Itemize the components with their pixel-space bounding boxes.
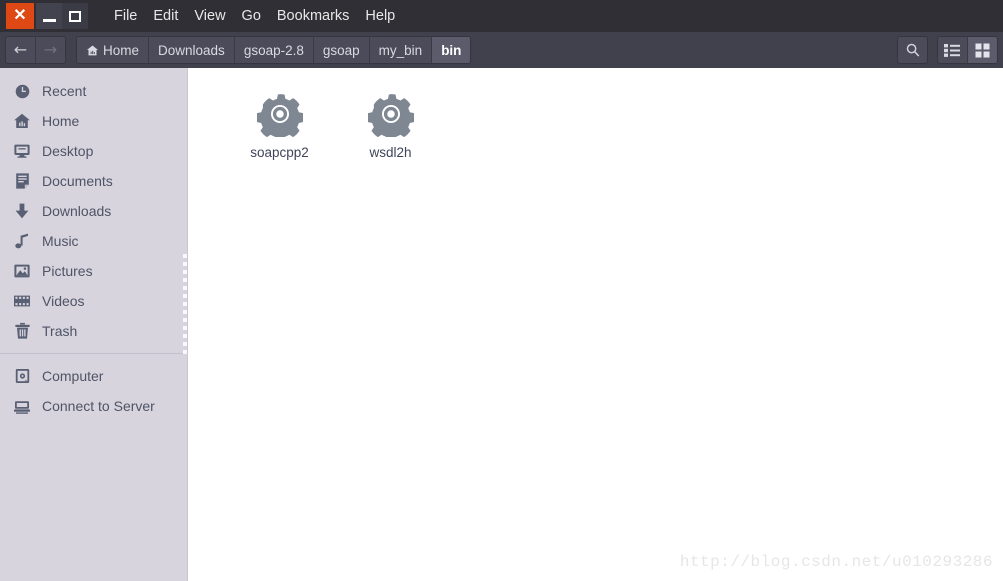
menu-item-edit[interactable]: Edit [145,0,186,32]
gear-executable-icon [256,90,304,138]
sidebar-item-downloads[interactable]: Downloads [0,196,188,226]
trash-icon [11,320,33,342]
home-icon [11,110,33,132]
navigation-buttons: ← → [5,36,66,64]
sidebar-item-label: Home [42,113,80,129]
sidebar-item-computer[interactable]: Computer [0,361,188,391]
toolbar: ← → Home Downloads gsoap-2.8 gsoap my_bi… [0,32,1003,68]
file-grid: soapcpp2 wsdl2h [224,86,1003,160]
sidebar-item-trash[interactable]: Trash [0,316,188,346]
file-list-area[interactable]: soapcpp2 wsdl2h http://blog.csdn.net/u01… [188,68,1003,581]
menu-item-file[interactable]: File [106,0,145,32]
menu-item-help[interactable]: Help [357,0,403,32]
maximize-icon [69,10,81,22]
search-icon [906,43,919,57]
sidebar-item-documents[interactable]: Documents [0,166,188,196]
menu-item-bookmarks[interactable]: Bookmarks [269,0,358,32]
download-arrow-icon [11,200,33,222]
file-manager-window: ✕ File Edit View Go Bookmarks Help ← → H… [0,0,1003,581]
minimize-button[interactable] [36,3,62,29]
title-bar: ✕ File Edit View Go Bookmarks Help [0,0,1003,32]
sidebar: Recent Home Desktop Documents Downloads … [0,68,188,581]
toolbar-right-group [897,36,998,64]
sidebar-item-label: Music [42,233,79,249]
window-body: Recent Home Desktop Documents Downloads … [0,68,1003,581]
breadcrumb-item-downloads[interactable]: Downloads [148,37,234,63]
sidebar-item-label: Downloads [42,203,112,219]
breadcrumb-label: Home [103,42,140,58]
sidebar-item-label: Recent [42,83,87,99]
breadcrumb-label: my_bin [378,42,423,58]
list-view-icon [944,44,960,57]
breadcrumb-item-gsoap-2-8[interactable]: gsoap-2.8 [233,37,313,63]
close-button[interactable]: ✕ [6,3,34,29]
sidebar-divider [0,353,188,354]
minimize-icon [42,18,56,22]
sidebar-item-label: Pictures [42,263,93,279]
file-name-label: wsdl2h [369,145,412,160]
forward-arrow-icon: → [43,40,58,59]
gear-executable-icon [367,90,415,138]
breadcrumb-label: Downloads [158,42,225,58]
sidebar-item-label: Computer [42,368,104,384]
music-note-icon [11,230,33,252]
breadcrumb-item-home[interactable]: Home [77,37,149,63]
breadcrumb-item-gsoap[interactable]: gsoap [312,37,369,63]
back-button[interactable]: ← [6,37,35,63]
search-button[interactable] [897,36,928,64]
menu-bar: File Edit View Go Bookmarks Help [106,0,403,32]
grid-view-button[interactable] [967,37,997,63]
sidebar-item-recent[interactable]: Recent [0,76,188,106]
file-item[interactable]: soapcpp2 [224,86,335,160]
sidebar-item-pictures[interactable]: Pictures [0,256,188,286]
breadcrumb: Home Downloads gsoap-2.8 gsoap my_bin bi… [76,36,472,64]
forward-button[interactable]: → [35,37,65,63]
sidebar-item-videos[interactable]: Videos [0,286,188,316]
server-icon [11,395,33,417]
breadcrumb-label: gsoap-2.8 [243,42,304,58]
window-controls: ✕ [0,0,88,32]
list-view-button[interactable] [938,37,967,63]
breadcrumb-label: gsoap [322,42,360,58]
sidebar-item-home[interactable]: Home [0,106,188,136]
document-icon [11,170,33,192]
film-icon [11,290,33,312]
grid-view-icon [975,43,990,57]
home-icon [86,44,99,57]
breadcrumb-label: bin [441,42,462,58]
menu-item-view[interactable]: View [186,0,233,32]
back-arrow-icon: ← [13,40,28,59]
view-mode-toggle [937,36,998,64]
breadcrumb-item-my-bin[interactable]: my_bin [368,37,432,63]
sidebar-item-label: Trash [42,323,78,339]
sidebar-item-music[interactable]: Music [0,226,188,256]
sidebar-scrollbar[interactable] [183,254,187,354]
monitor-icon [11,140,33,162]
watermark-text: http://blog.csdn.net/u010293286 [679,553,993,571]
sidebar-item-label: Documents [42,173,113,189]
sidebar-item-label: Desktop [42,143,94,159]
maximize-button[interactable] [62,3,88,29]
sidebar-item-label: Videos [42,293,85,309]
clock-icon [11,80,33,102]
file-name-label: soapcpp2 [250,145,309,160]
sidebar-item-connect-to-server[interactable]: Connect to Server [0,391,188,421]
breadcrumb-item-bin[interactable]: bin [431,37,471,63]
close-icon: ✕ [13,7,27,24]
picture-icon [11,260,33,282]
computer-icon [11,365,33,387]
sidebar-item-desktop[interactable]: Desktop [0,136,188,166]
file-item[interactable]: wsdl2h [335,86,446,160]
menu-item-go[interactable]: Go [234,0,269,32]
sidebar-item-label: Connect to Server [42,398,155,414]
